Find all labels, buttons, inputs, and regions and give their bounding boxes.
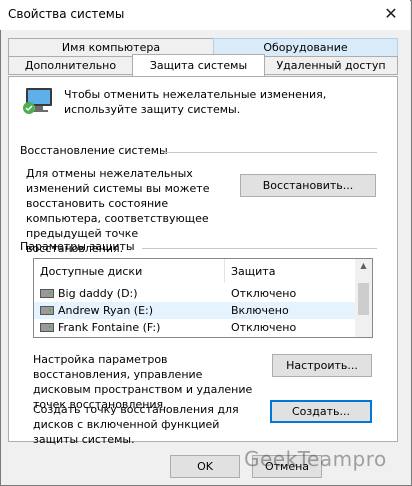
computer-shield-icon: [23, 88, 52, 114]
title-bar[interactable]: Свойства системы ✕: [0, 0, 410, 30]
restore-button[interactable]: Восстановить...: [240, 174, 376, 197]
drive-cell: Andrew Ryan (E:): [34, 304, 225, 317]
protection-status: Отключено: [231, 287, 297, 300]
drive-icon: [40, 306, 54, 315]
protection-status: Отключено: [231, 321, 297, 334]
section-divider: [163, 152, 377, 153]
tab-system-protection[interactable]: Защита системы: [132, 54, 265, 76]
protection-section-title: Параметры защиты: [20, 240, 135, 253]
watermark: GeekTeampro: [244, 447, 387, 471]
table-row[interactable]: Andrew Ryan (E:) Включено: [34, 302, 372, 319]
tab-label: Дополнительно: [24, 59, 117, 72]
protection-status: Включено: [231, 304, 289, 317]
table-row[interactable]: Big daddy (D:) Отключено: [34, 285, 372, 302]
drive-name: Frank Fontaine (F:): [58, 321, 161, 334]
drive-cell: Big daddy (D:): [34, 287, 225, 300]
window-title: Свойства системы: [8, 7, 125, 21]
drive-icon: [40, 323, 54, 332]
list-header: Доступные диски Защита: [34, 259, 372, 283]
list-scrollbar[interactable]: ▲: [355, 259, 372, 337]
tab-remote[interactable]: Удаленный доступ: [264, 56, 398, 75]
create-text: Создать точку восстановления для дисков …: [33, 403, 239, 446]
configure-button[interactable]: Настроить...: [272, 354, 372, 377]
create-button[interactable]: Создать...: [270, 400, 372, 423]
tab-label: Имя компьютера: [61, 41, 161, 54]
intro-text: Чтобы отменить нежелательные изменения, …: [64, 88, 327, 116]
scroll-up-icon[interactable]: ▲: [355, 259, 372, 273]
tab-advanced[interactable]: Дополнительно: [8, 56, 133, 75]
tab-label: Удаленный доступ: [276, 59, 386, 72]
ok-button[interactable]: OK: [170, 455, 240, 478]
drive-name: Andrew Ryan (E:): [58, 304, 154, 317]
drive-icon: [40, 289, 54, 298]
drives-list[interactable]: Доступные диски Защита Big daddy (D:) От…: [33, 258, 373, 338]
close-icon[interactable]: ✕: [378, 3, 404, 25]
restore-section-title: Восстановление системы: [20, 144, 168, 157]
drive-cell: Frank Fontaine (F:): [34, 321, 225, 334]
section-divider: [142, 248, 377, 249]
scroll-thumb[interactable]: [358, 283, 369, 315]
column-header-protection[interactable]: Защита: [225, 265, 275, 278]
table-row[interactable]: Frank Fontaine (F:) Отключено: [34, 319, 372, 336]
column-header-drives[interactable]: Доступные диски: [34, 265, 224, 278]
tab-label: Оборудование: [263, 41, 348, 54]
tab-label: Защита системы: [149, 59, 248, 72]
drive-name: Big daddy (D:): [58, 287, 138, 300]
